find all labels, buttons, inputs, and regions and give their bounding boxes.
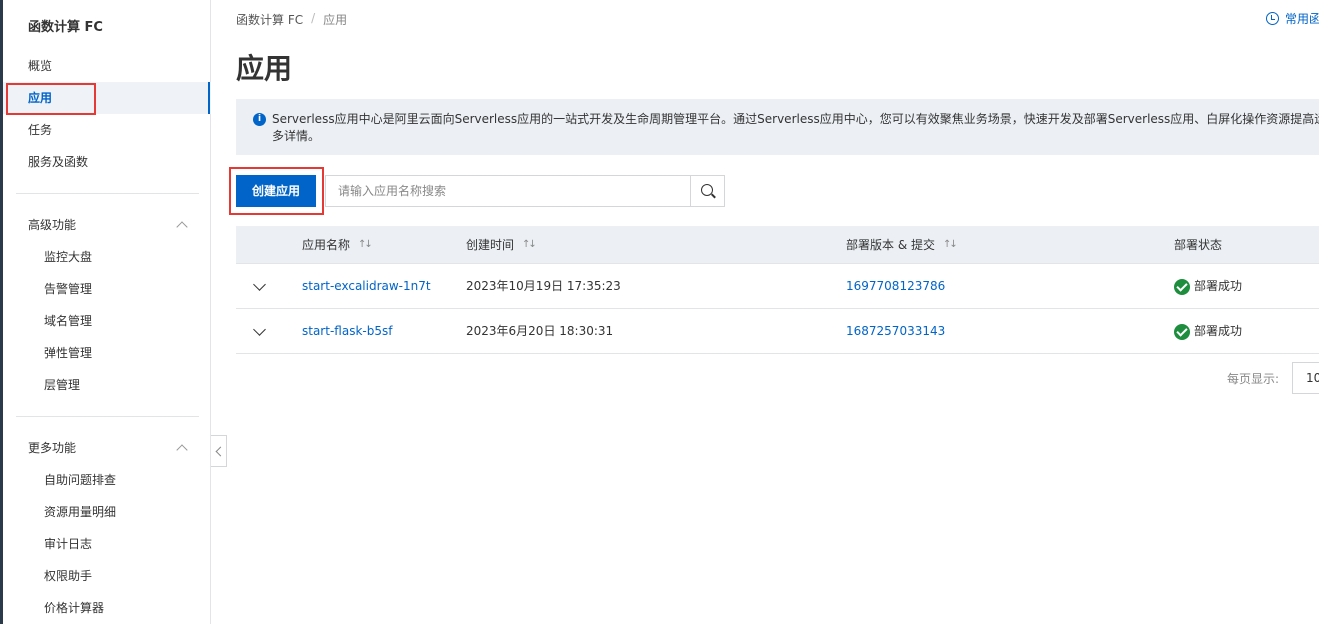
sidebar-item-layer-management[interactable]: 层管理 [44,375,80,395]
created-time: 2023年6月20日 18:30:31 [466,324,614,338]
search-icon [700,184,713,196]
sidebar-item-tasks[interactable]: 任务 [28,120,52,140]
sidebar-group-advanced-label: 高级功能 [28,218,77,232]
notice-text-continuation: 多详情。 [272,129,321,143]
chevron-down-icon[interactable] [253,278,266,291]
table-row: start-flask-b5sf 2023年6月20日 18:30:31 168… [236,309,1319,354]
console-page: 函数计算 FC 概览 应用 任务 服务及函数 高级功能 监控大盘 告警管理 域名… [0,0,1319,624]
column-header-status-label: 部署状态 [1174,238,1223,252]
search-input[interactable] [326,176,690,206]
page-size-label: 每页显示: [1227,372,1280,386]
table-header: 应用名称 ↑↓ 创建时间 ↑↓ 部署版本 & 提交 ↑↓ 部署状态 [236,226,1319,264]
deploy-version-link[interactable]: 1697708123786 [846,264,945,309]
search-box [325,175,725,207]
common-help-link-label: 常用函 [1285,12,1319,26]
common-help-link[interactable]: 常用函 [1266,10,1319,27]
info-icon: i [253,113,266,126]
column-header-created-label: 创建时间 [466,238,515,252]
app-name-link[interactable]: start-flask-b5sf [302,309,392,354]
created-time: 2023年10月19日 17:35:23 [466,279,621,293]
sidebar-divider [16,193,199,194]
create-application-button[interactable]: 创建应用 [236,175,316,207]
column-header-name-label: 应用名称 [302,238,351,252]
sidebar-item-monitoring-dashboard[interactable]: 监控大盘 [44,247,92,267]
sidebar-item-permission-assistant[interactable]: 权限助手 [44,566,92,586]
sort-icon[interactable]: ↑↓ [943,226,958,264]
breadcrumb: 函数计算 FC / 应用 [236,11,347,28]
deploy-version-link[interactable]: 1687257033143 [846,309,945,354]
sidebar-item-audit-log[interactable]: 审计日志 [44,534,92,554]
sidebar-divider [16,416,199,417]
chevron-up-icon [176,221,188,233]
sidebar-item-alert-management[interactable]: 告警管理 [44,279,92,299]
applications-table: 应用名称 ↑↓ 创建时间 ↑↓ 部署版本 & 提交 ↑↓ 部署状态 start-… [236,226,1319,354]
sidebar-item-resource-usage[interactable]: 资源用量明细 [44,502,116,522]
breadcrumb-current: 应用 [323,13,348,27]
app-name-link[interactable]: start-excalidraw-1n7t [302,264,431,309]
column-header-created[interactable]: 创建时间 ↑↓ [466,226,537,264]
deploy-status: 部署成功 [1174,309,1242,354]
chevron-down-icon[interactable] [253,323,266,336]
deploy-status-label: 部署成功 [1194,324,1243,338]
column-header-status: 部署状态 [1174,226,1222,264]
sidebar-item-elastic-management[interactable]: 弹性管理 [44,343,92,363]
sort-icon[interactable]: ↑↓ [358,226,373,264]
check-circle-icon [1174,323,1190,340]
sidebar-item-self-troubleshoot[interactable]: 自助问题排查 [44,470,116,490]
clock-icon [1266,12,1279,25]
sidebar-item-services-functions[interactable]: 服务及函数 [28,152,88,172]
check-circle-icon [1174,278,1190,295]
column-header-name[interactable]: 应用名称 ↑↓ [302,226,373,264]
chevron-left-icon [215,446,225,456]
sidebar: 函数计算 FC 概览 应用 任务 服务及函数 高级功能 监控大盘 告警管理 域名… [0,0,211,624]
search-button[interactable] [690,176,724,206]
page-title: 应用 [236,52,293,85]
sidebar-item-price-calculator[interactable]: 价格计算器 [44,598,104,618]
notice-text: Serverless应用中心是阿里云面向Serverless应用的一站式开发及生… [272,112,1319,126]
sidebar-group-advanced[interactable]: 高级功能 [28,215,188,235]
sidebar-item-applications-highlight [6,83,96,115]
sidebar-title: 函数计算 FC [28,20,103,35]
sidebar-active-indicator [208,82,210,114]
deploy-status-label: 部署成功 [1194,279,1243,293]
sidebar-group-more-label: 更多功能 [28,441,77,455]
sidebar-collapse-handle[interactable] [211,435,227,467]
sidebar-item-overview[interactable]: 概览 [28,56,52,76]
sort-icon[interactable]: ↑↓ [522,226,537,264]
breadcrumb-separator: / [311,11,316,25]
deploy-status: 部署成功 [1174,264,1242,309]
sidebar-group-more[interactable]: 更多功能 [28,438,188,458]
info-notice: i Serverless应用中心是阿里云面向Serverless应用的一站式开发… [236,99,1319,155]
page-size-select[interactable]: 10 [1292,362,1319,394]
column-header-version[interactable]: 部署版本 & 提交 ↑↓ [846,226,958,264]
table-row: start-excalidraw-1n7t 2023年10月19日 17:35:… [236,264,1319,309]
chevron-up-icon [176,444,188,456]
breadcrumb-root[interactable]: 函数计算 FC [236,11,303,28]
column-header-version-label: 部署版本 & 提交 [846,238,935,252]
sidebar-item-domain-management[interactable]: 域名管理 [44,311,92,331]
